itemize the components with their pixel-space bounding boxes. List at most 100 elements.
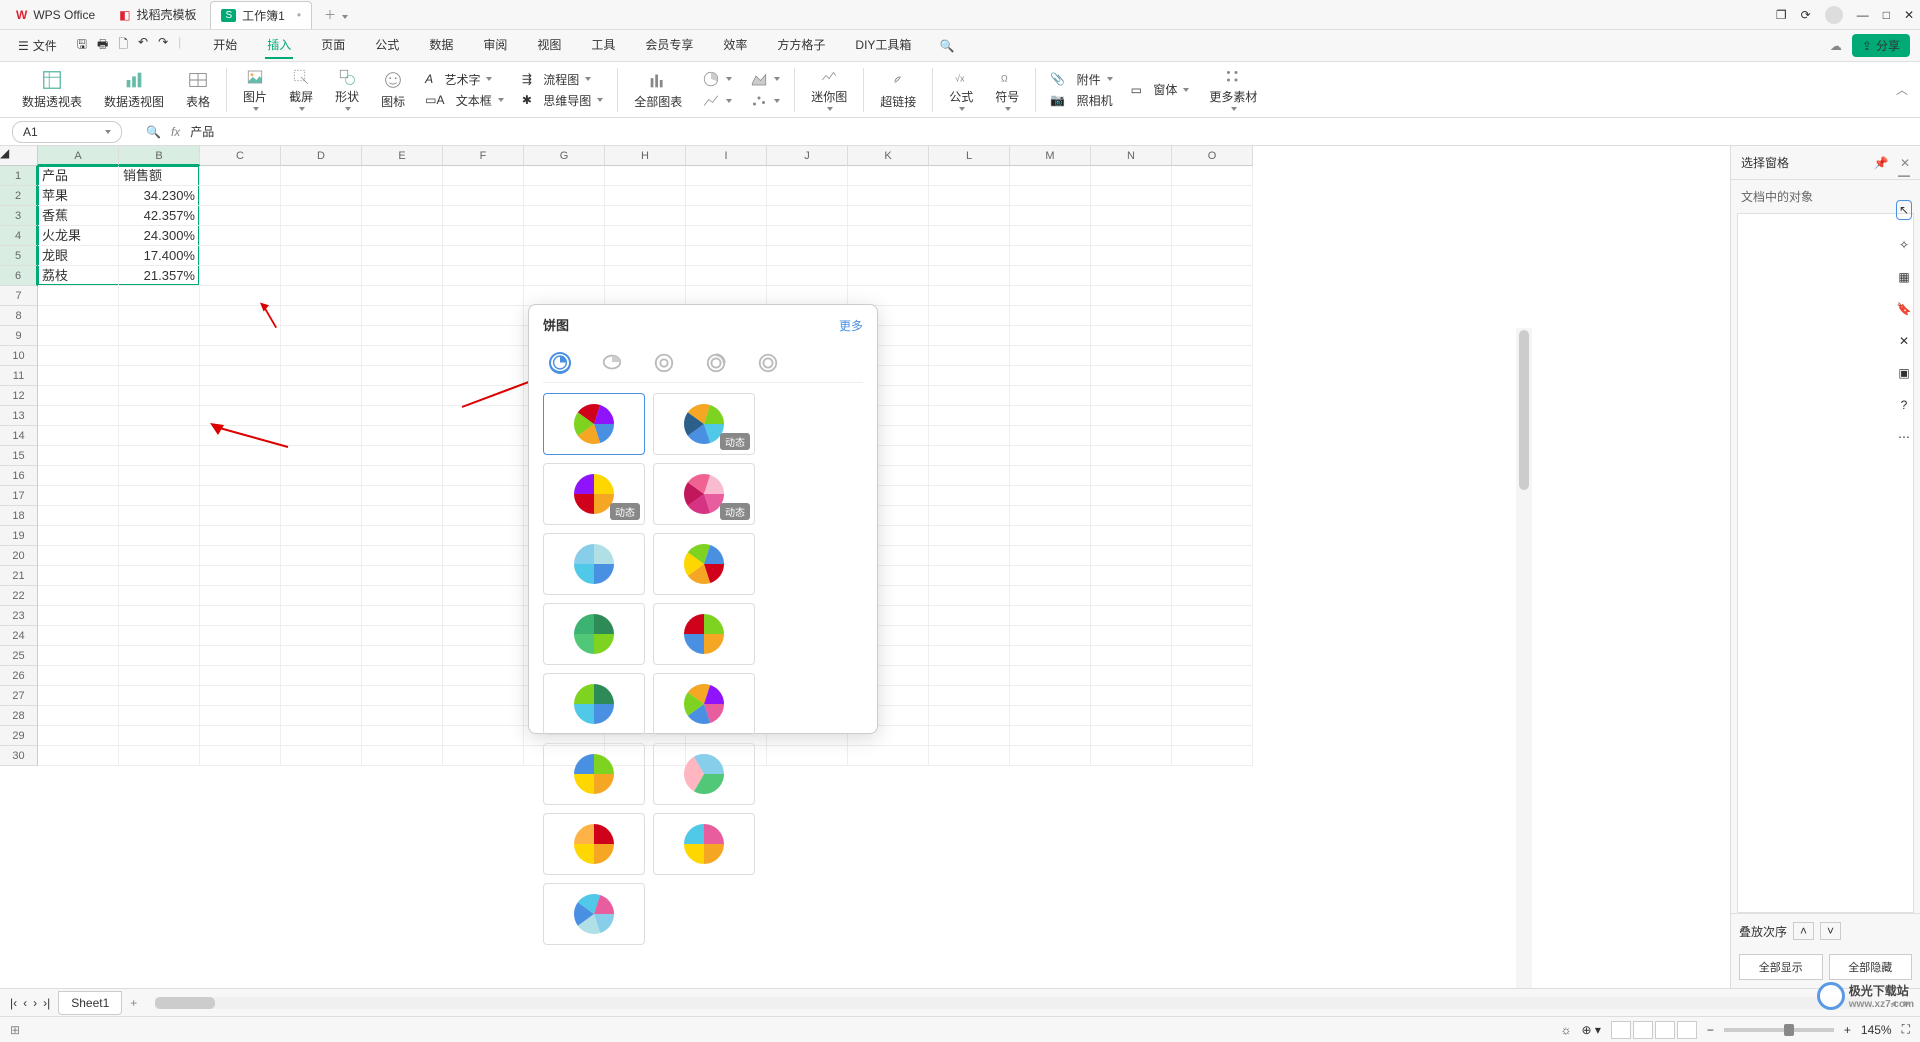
mindmap-button[interactable]: ✱ 思维导图 bbox=[522, 92, 603, 109]
lighting-icon[interactable]: ☼ bbox=[1560, 1023, 1571, 1037]
cell-empty[interactable] bbox=[443, 186, 524, 206]
cell-empty[interactable] bbox=[200, 726, 281, 746]
cell-empty[interactable] bbox=[1172, 286, 1253, 306]
col-header-J[interactable]: J bbox=[767, 146, 848, 166]
chart-thumb-12[interactable] bbox=[543, 813, 645, 875]
cell-empty[interactable] bbox=[200, 566, 281, 586]
col-header-A[interactable]: A bbox=[38, 146, 119, 166]
pie-type-semi-icon[interactable] bbox=[705, 352, 727, 374]
row-header-2[interactable]: 2 bbox=[0, 186, 38, 206]
cell-empty[interactable] bbox=[1091, 186, 1172, 206]
menu-item-11[interactable]: DIY工具箱 bbox=[853, 32, 913, 59]
cell-empty[interactable] bbox=[605, 246, 686, 266]
cell-empty[interactable] bbox=[38, 706, 119, 726]
cell-empty[interactable] bbox=[119, 286, 200, 306]
row-header-16[interactable]: 16 bbox=[0, 466, 38, 486]
cell-empty[interactable] bbox=[1091, 446, 1172, 466]
cell-empty[interactable] bbox=[1010, 506, 1091, 526]
chart-thumb-1[interactable]: 动态 bbox=[653, 393, 755, 455]
cell-empty[interactable] bbox=[1010, 186, 1091, 206]
col-header-D[interactable]: D bbox=[281, 146, 362, 166]
cell-empty[interactable] bbox=[1172, 426, 1253, 446]
cell-empty[interactable] bbox=[200, 486, 281, 506]
cell-empty[interactable] bbox=[929, 526, 1010, 546]
cell-empty[interactable] bbox=[38, 406, 119, 426]
cell-empty[interactable] bbox=[119, 546, 200, 566]
cell-empty[interactable] bbox=[1172, 206, 1253, 226]
cell-empty[interactable] bbox=[1091, 306, 1172, 326]
cell-empty[interactable] bbox=[1172, 566, 1253, 586]
cell-empty[interactable] bbox=[443, 206, 524, 226]
cell-empty[interactable] bbox=[362, 246, 443, 266]
cell-empty[interactable] bbox=[1172, 366, 1253, 386]
row-header-23[interactable]: 23 bbox=[0, 606, 38, 626]
cell-empty[interactable] bbox=[200, 206, 281, 226]
cell-empty[interactable] bbox=[1010, 746, 1091, 766]
zoom-in-button[interactable]: + bbox=[1844, 1023, 1851, 1037]
cell-empty[interactable] bbox=[1091, 566, 1172, 586]
chart-thumb-6[interactable] bbox=[543, 603, 645, 665]
row-header-17[interactable]: 17 bbox=[0, 486, 38, 506]
cell-empty[interactable] bbox=[38, 426, 119, 446]
cell-empty[interactable] bbox=[443, 246, 524, 266]
cell-empty[interactable] bbox=[200, 706, 281, 726]
cell-empty[interactable] bbox=[524, 286, 605, 306]
cell-empty[interactable] bbox=[38, 286, 119, 306]
minimize-button[interactable]: — bbox=[1857, 8, 1869, 22]
row-header-26[interactable]: 26 bbox=[0, 666, 38, 686]
cell-empty[interactable] bbox=[119, 506, 200, 526]
move-up-button[interactable]: ˄ bbox=[1793, 922, 1814, 940]
cell-empty[interactable] bbox=[1091, 626, 1172, 646]
cell-empty[interactable] bbox=[362, 206, 443, 226]
cell-empty[interactable] bbox=[200, 426, 281, 446]
chart-thumb-0[interactable] bbox=[543, 393, 645, 455]
share-button[interactable]: ⇪ 分享 bbox=[1852, 34, 1910, 57]
cell-empty[interactable] bbox=[119, 686, 200, 706]
cell-B5[interactable]: 17.400% bbox=[119, 246, 200, 266]
cell-empty[interactable] bbox=[1091, 706, 1172, 726]
cell-empty[interactable] bbox=[1091, 346, 1172, 366]
col-header-B[interactable]: B bbox=[119, 146, 200, 166]
chart-thumb-10[interactable] bbox=[543, 743, 645, 805]
theme-icon[interactable]: ⊕ ▾ bbox=[1581, 1023, 1600, 1037]
chart-thumb-14[interactable] bbox=[543, 883, 645, 945]
line-chart-dropdown[interactable] bbox=[702, 92, 732, 110]
cell-empty[interactable] bbox=[929, 566, 1010, 586]
cell-empty[interactable] bbox=[929, 426, 1010, 446]
style-tool-icon[interactable]: ✧ bbox=[1899, 238, 1909, 252]
cell-empty[interactable] bbox=[119, 366, 200, 386]
cell-empty[interactable] bbox=[929, 546, 1010, 566]
cloud-sync-icon[interactable]: ⟳ bbox=[1801, 8, 1811, 22]
cell-empty[interactable] bbox=[38, 546, 119, 566]
cell-empty[interactable] bbox=[362, 226, 443, 246]
cell-empty[interactable] bbox=[1010, 626, 1091, 646]
cell-empty[interactable] bbox=[1091, 466, 1172, 486]
row-header-21[interactable]: 21 bbox=[0, 566, 38, 586]
cell-empty[interactable] bbox=[281, 646, 362, 666]
cell-A3[interactable]: 香蕉 bbox=[38, 206, 119, 226]
cell-empty[interactable] bbox=[1091, 726, 1172, 746]
cell-empty[interactable] bbox=[767, 226, 848, 246]
cell-empty[interactable] bbox=[281, 666, 362, 686]
menu-item-9[interactable]: 效率 bbox=[721, 32, 749, 59]
icons-button[interactable]: 图标 bbox=[371, 68, 415, 111]
cell-B4[interactable]: 24.300% bbox=[119, 226, 200, 246]
cell-empty[interactable] bbox=[38, 666, 119, 686]
pie-type-basic-icon[interactable] bbox=[549, 352, 571, 374]
cell-empty[interactable] bbox=[38, 466, 119, 486]
cell-empty[interactable] bbox=[767, 166, 848, 186]
cell-empty[interactable] bbox=[929, 266, 1010, 286]
pie-type-doughnut-icon[interactable] bbox=[653, 352, 675, 374]
window-copy-icon[interactable]: ❐ bbox=[1776, 8, 1787, 22]
cell-empty[interactable] bbox=[200, 186, 281, 206]
chart-thumb-8[interactable] bbox=[543, 673, 645, 735]
cell-empty[interactable] bbox=[524, 246, 605, 266]
cell-empty[interactable] bbox=[929, 346, 1010, 366]
cell-empty[interactable] bbox=[281, 306, 362, 326]
row-header-1[interactable]: 1 bbox=[0, 166, 38, 186]
bookmark-tool-icon[interactable]: 🔖 bbox=[1897, 302, 1912, 316]
cell-empty[interactable] bbox=[38, 686, 119, 706]
hyperlink-button[interactable]: 超链接 bbox=[870, 68, 926, 111]
cell-empty[interactable] bbox=[929, 626, 1010, 646]
cell-empty[interactable] bbox=[119, 306, 200, 326]
